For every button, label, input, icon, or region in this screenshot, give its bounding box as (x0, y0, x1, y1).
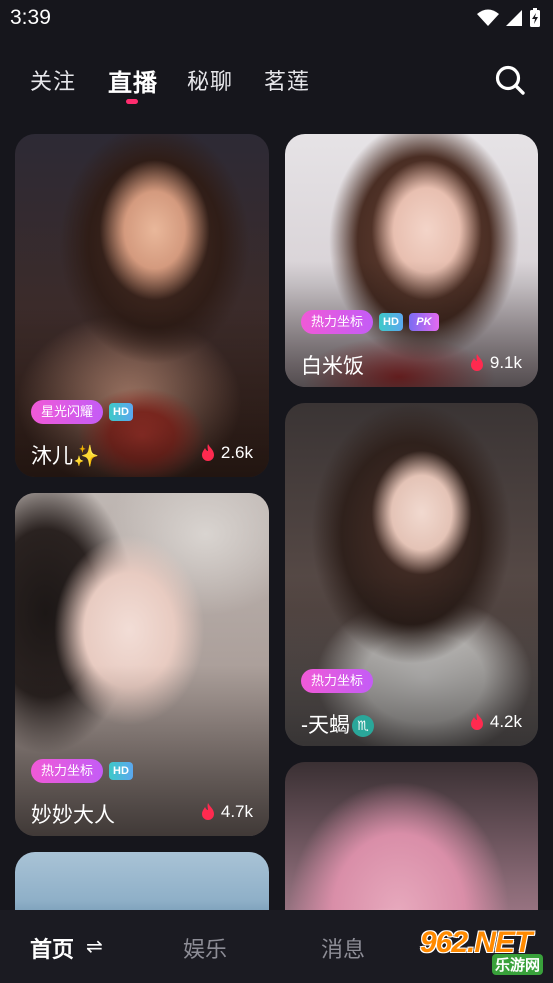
top-nav: 关注 直播 秘聊 茗莲 (0, 58, 553, 108)
card-badges: 热力坐标 HD (31, 759, 133, 783)
live-card[interactable]: 星光闪耀 HD 沐儿✨ 2.6k (15, 134, 269, 477)
search-button[interactable] (494, 64, 526, 96)
site-watermark: 962.NET 乐游网 (414, 926, 546, 980)
flame-icon (201, 444, 214, 461)
hd-badge: HD (109, 762, 133, 780)
tag-badge: 热力坐标 (31, 759, 104, 783)
app-screen: 3:39 关注 直播 秘聊 茗莲 星光闪耀 HD 沐儿✨ 2.6k 热力坐标 H… (0, 0, 553, 983)
signal-icon (506, 10, 522, 26)
streamer-name: 妙妙大人 (31, 804, 115, 827)
streamer-name-text: -天蝎 (301, 714, 350, 737)
status-time: 3:39 (10, 6, 51, 29)
live-card[interactable]: 热力坐标 HD 妙妙大人 4.7k (15, 493, 269, 836)
tab-follow[interactable]: 关注 (30, 64, 76, 96)
streamer-name: 沐儿✨ (31, 445, 100, 468)
heat-value: 4.2k (489, 712, 522, 731)
battery-charging-icon (530, 8, 540, 27)
card-badges: 星光闪耀 HD (31, 400, 133, 424)
streamer-name: 白米饭 (301, 355, 364, 378)
heat-count: 2.6k (201, 443, 253, 463)
streamer-name: -天蝎 ♏ (301, 709, 374, 739)
active-tab-indicator (126, 99, 138, 104)
tab-live[interactable]: 直播 (108, 63, 158, 98)
flame-icon (470, 354, 483, 371)
nav-entertainment[interactable]: 娱乐 (183, 932, 227, 964)
hd-badge: HD (379, 313, 403, 331)
status-bar: 3:39 (0, 0, 553, 38)
flame-icon (201, 803, 214, 820)
nav-messages[interactable]: 消息 (321, 932, 365, 964)
status-icons (477, 8, 541, 28)
heat-count: 4.2k (470, 712, 522, 732)
live-card[interactable]: 热力坐标 HD PK 白米饭 9.1k (285, 134, 538, 387)
heat-value: 4.7k (220, 802, 253, 821)
heat-value: 9.1k (489, 353, 522, 372)
switch-icon[interactable]: ⇌ (86, 934, 103, 959)
wifi-icon (477, 9, 499, 26)
heat-value: 2.6k (220, 443, 253, 462)
tag-badge: 热力坐标 (301, 310, 374, 334)
scorpio-icon: ♏ (352, 715, 374, 737)
hd-badge: HD (109, 403, 133, 421)
tag-badge: 热力坐标 (301, 669, 374, 693)
pk-badge: PK (408, 313, 439, 331)
flame-icon (470, 713, 483, 730)
live-card[interactable]: 热力坐标 -天蝎 ♏ 4.2k (285, 403, 538, 746)
tab-private-chat[interactable]: 秘聊 (187, 64, 233, 96)
tab-minglian[interactable]: 茗莲 (264, 64, 310, 96)
nav-home[interactable]: 首页 (30, 932, 74, 964)
card-badges: 热力坐标 HD PK (301, 310, 439, 334)
card-badges: 热力坐标 (301, 669, 374, 693)
search-icon (495, 65, 525, 95)
heat-count: 9.1k (470, 353, 522, 373)
heat-count: 4.7k (201, 802, 253, 822)
tag-badge: 星光闪耀 (31, 400, 104, 424)
watermark-subtitle: 乐游网 (492, 954, 544, 975)
